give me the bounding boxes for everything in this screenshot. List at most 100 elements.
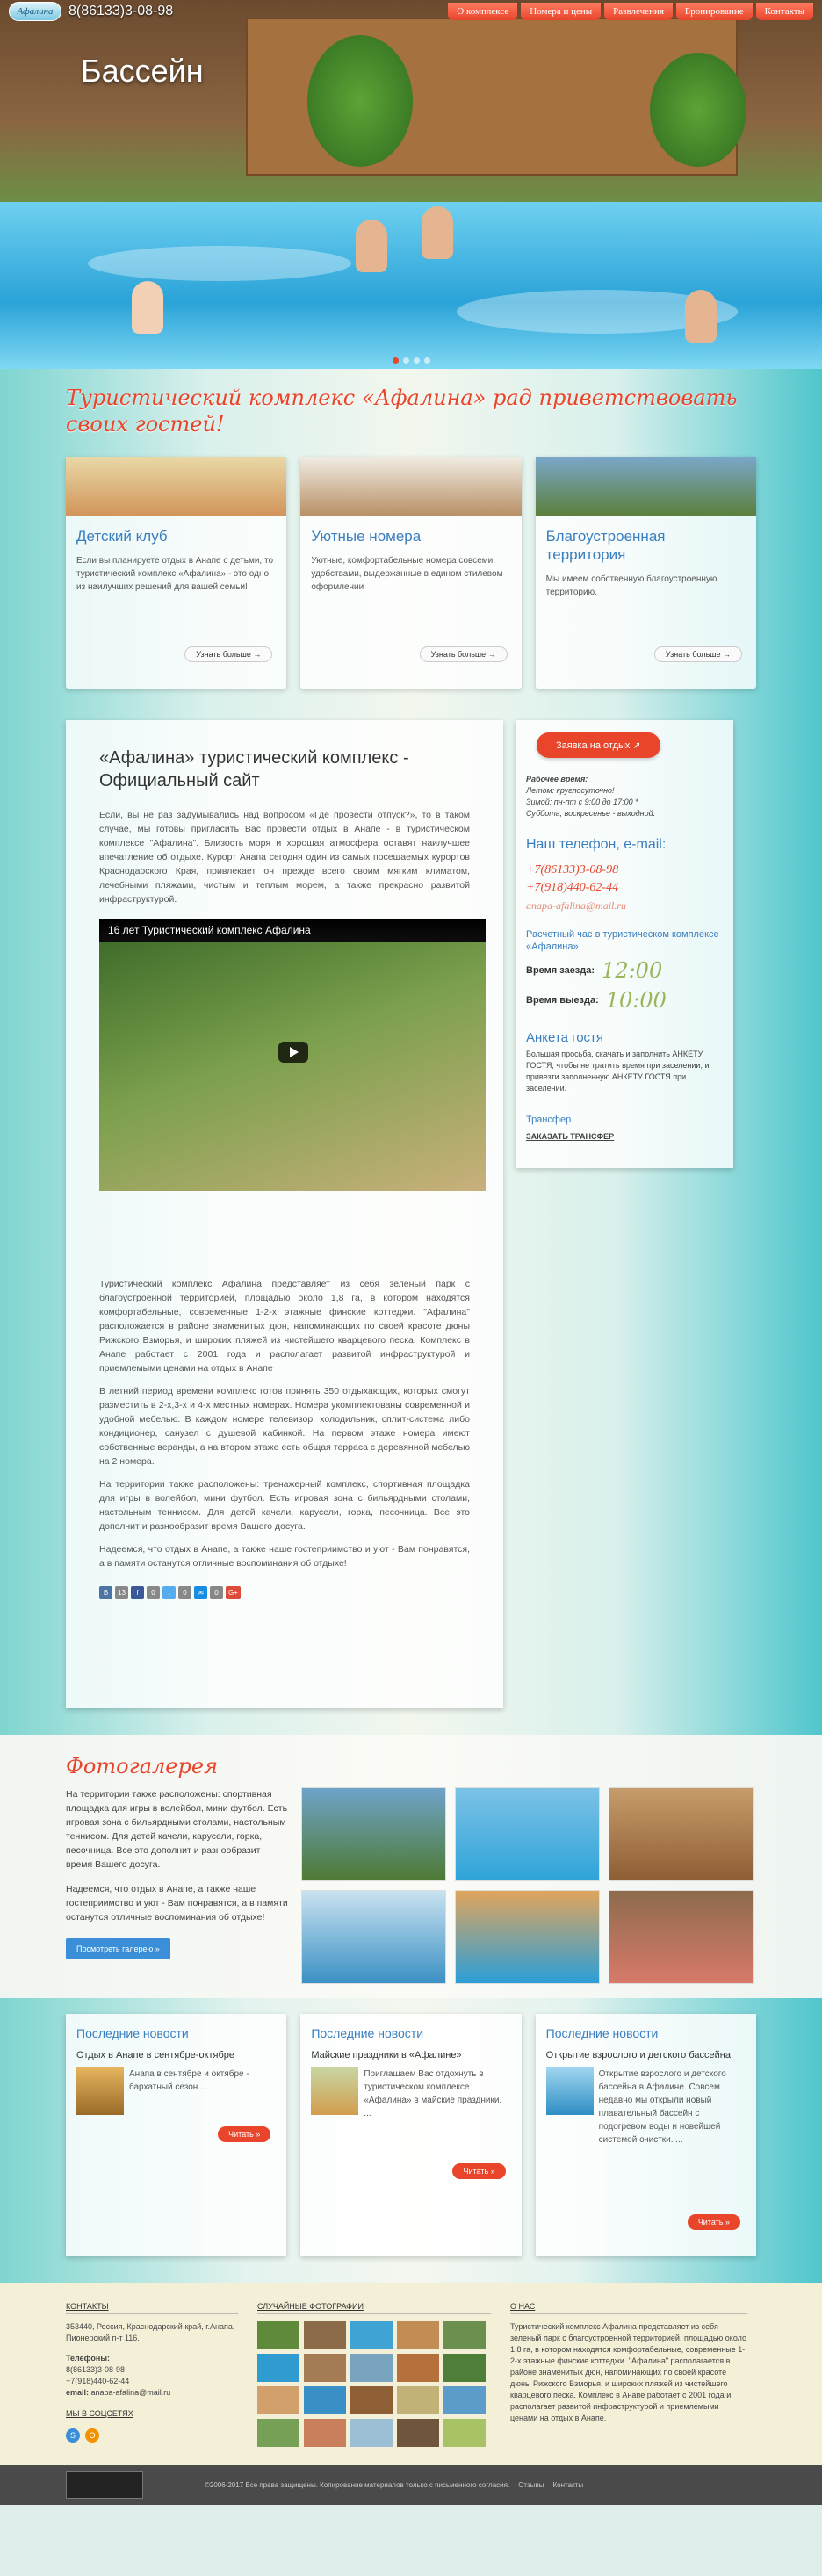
footer-photo[interactable] [397,2321,439,2349]
news-title[interactable]: Отдых в Анапе в сентябре-октябре [76,2049,276,2062]
footer-photo[interactable] [397,2386,439,2414]
footer-photo[interactable] [304,2386,346,2414]
gallery-paragraph: На территории также расположены: спортив… [66,1789,288,1870]
video-player[interactable]: 16 лет Туристический комплекс Афалина [99,919,486,1191]
skype-icon[interactable]: S [66,2428,80,2443]
odnoklassniki-icon[interactable]: O [85,2428,99,2443]
work-hours-winter: Зимой: пн-пт с 9:00 до 17:00 * [526,797,638,806]
gallery-thumb[interactable] [455,1890,600,1984]
card-title[interactable]: Уютные номера [311,527,510,545]
rooms-image[interactable] [300,457,522,516]
footer-photo[interactable] [443,2354,486,2382]
copyright: ©2006-2017 Все права защищены. Копирован… [205,2481,510,2489]
transfer-title: Трансфер [526,1115,572,1125]
hero-person [356,220,387,272]
share-buttons: В 13 f 0 t 0 ✉ 0 G+ [99,1586,470,1599]
footer-email[interactable]: anapa-afalina@mail.ru [91,2388,171,2397]
nav-item-about[interactable]: О комплексе [448,3,518,20]
card-title[interactable]: Благоустроенная территория [546,527,746,564]
news-row: Последние новости Отдых в Анапе в сентяб… [66,2014,756,2256]
gallery-paragraph: Надеемся, что отдых в Анапе, а также наш… [66,1884,288,1923]
facebook-icon[interactable]: f [131,1586,144,1599]
footer-photo[interactable] [304,2354,346,2382]
survey-text[interactable]: Большая просьба, скачать и заполнить АНК… [526,1049,723,1094]
gallery-thumb[interactable] [609,1890,754,1984]
footer-photo[interactable] [257,2321,299,2349]
random-photos [257,2321,491,2447]
read-more-button[interactable]: Читать » [687,2214,740,2230]
site-logo[interactable]: Афалина [9,2,61,21]
slider-dot[interactable] [423,357,430,364]
footer-photo[interactable] [443,2321,486,2349]
gallery-thumb[interactable] [609,1787,754,1881]
news-body: Открытие взрослого и детского бассейна в… [545,2067,746,2147]
hero-wave [88,246,351,281]
play-icon[interactable] [278,1042,308,1063]
hero-person [132,281,163,334]
view-gallery-button[interactable]: Посмотреть галерею » [66,1938,170,1959]
visit-counter[interactable] [66,2471,143,2499]
learn-more-button[interactable]: Узнать больше → [184,646,273,662]
slider-dot[interactable] [413,357,420,364]
article-paragraph: В летний период времени комплекс готов п… [99,1386,470,1467]
footer-photo[interactable] [304,2321,346,2349]
footer-photo[interactable] [350,2354,393,2382]
news-title[interactable]: Майские праздники в «Афалине» [311,2049,510,2062]
vk-icon[interactable]: В [99,1586,112,1599]
footer-photo[interactable] [350,2386,393,2414]
contacts-title: Наш телефон, e-mail: [526,837,667,852]
footer-email-label: email: [66,2388,90,2397]
video-title[interactable]: 16 лет Туристический комплекс Афалина [99,919,486,942]
order-transfer-link[interactable]: ЗАКАЗАТЬ ТРАНСФЕР [526,1131,723,1143]
gallery-thumb[interactable] [301,1890,446,1984]
read-more-button[interactable]: Читать » [452,2163,506,2179]
slider-dot[interactable] [402,357,409,364]
footer-photo[interactable] [443,2419,486,2447]
read-more-button[interactable]: Читать » [218,2126,271,2142]
footer-phone-1[interactable]: 8(86133)3-08-98 [66,2364,238,2376]
bottom-link-contacts[interactable]: Контакты [553,2481,584,2489]
learn-more-button[interactable]: Узнать больше → [653,646,742,662]
news-image[interactable] [545,2067,594,2115]
kids-club-image[interactable] [66,457,287,516]
sidebar-email[interactable]: anapa-afalina@mail.ru [526,897,723,914]
news-image[interactable] [76,2067,124,2115]
news-image[interactable] [311,2067,359,2115]
nav-item-booking[interactable]: Бронирование [675,3,753,20]
nav-item-entertainment[interactable]: Развлечения [604,3,673,20]
footer-photo[interactable] [257,2386,299,2414]
footer-photo[interactable] [257,2419,299,2447]
share-count: 0 [147,1586,160,1599]
checkin-time: 12:00 [602,958,663,983]
twitter-icon[interactable]: t [162,1586,176,1599]
slider-dots [0,357,822,364]
footer-photo[interactable] [257,2354,299,2382]
sidebar-phone-2[interactable]: +7(918)440-62-44 [526,879,723,897]
bottom-link-reviews[interactable]: Отзывы [518,2481,544,2489]
nav-item-rooms[interactable]: Номера и цены [521,3,602,20]
learn-more-button[interactable]: Узнать больше → [419,646,508,662]
order-vacation-button[interactable]: Заявка на отдых ➚ [537,732,660,758]
sidebar-phone-1[interactable]: +7(86133)3-08-98 [526,862,723,879]
gallery-thumb[interactable] [301,1787,446,1881]
content-row: «Афалина» туристический комплекс - Офици… [66,720,756,1708]
hero-tree [650,53,746,167]
card-title[interactable]: Детский клуб [76,527,276,545]
footer-phone-2[interactable]: +7(918)440-62-44 [66,2376,238,2387]
nav-item-contacts[interactable]: Контакты [755,3,813,20]
news-title[interactable]: Открытие взрослого и детского бассейна. [546,2049,746,2062]
territory-image[interactable] [535,457,756,516]
footer-photo[interactable] [443,2386,486,2414]
hero-title: Бассейн [81,53,204,89]
footer-photo[interactable] [350,2419,393,2447]
footer-photo[interactable] [397,2354,439,2382]
gallery-text: На территории также расположены: спортив… [66,1787,289,1984]
footer-photo[interactable] [350,2321,393,2349]
slider-dot[interactable] [392,357,399,364]
gallery-thumb[interactable] [455,1787,600,1881]
footer-photo[interactable] [397,2419,439,2447]
footer-about: О НАС Туристический комплекс Афалина пре… [510,2302,747,2448]
mail-icon[interactable]: ✉ [194,1586,207,1599]
google-plus-icon[interactable]: G+ [226,1586,241,1599]
footer-photo[interactable] [304,2419,346,2447]
